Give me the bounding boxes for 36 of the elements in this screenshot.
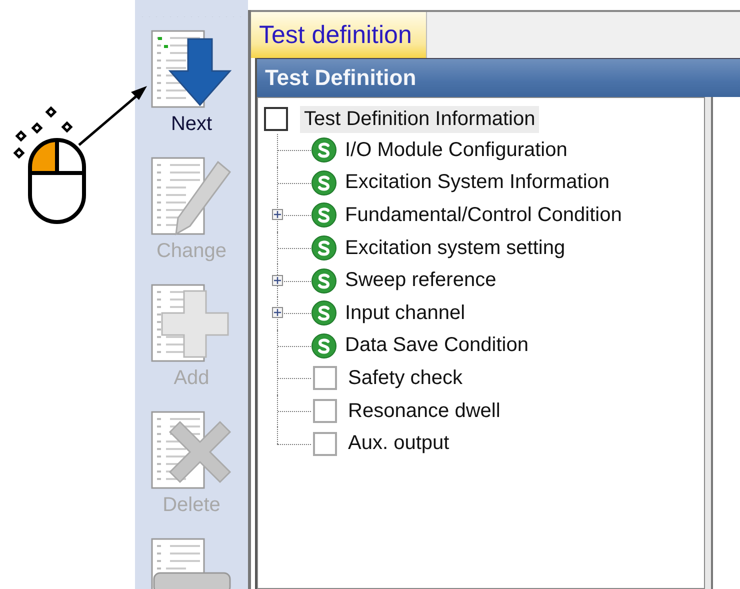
document-cross-icon [150,410,234,492]
tree-item[interactable]: Test Definition Information [300,106,540,132]
panel-header: Test Definition [257,58,740,97]
tree-item[interactable]: Data Save Condition [343,333,530,358]
status-s-icon [311,268,337,294]
tree-item[interactable]: Input channel [343,300,468,326]
tree-item[interactable]: Fundamental/Control Condition [343,202,624,228]
status-s-icon [311,300,337,326]
document-down-arrow-icon [150,29,234,111]
tree-line [277,394,311,428]
status-s-icon [311,137,337,164]
tree-item[interactable]: Aux. output [346,431,452,456]
document-off-icon [150,537,234,589]
tree-item[interactable]: I/O Module Configuration [343,138,570,163]
status-s-icon [311,170,337,196]
tab[interactable]: Test definition [251,12,427,58]
tree-item[interactable]: Excitation System Information [343,170,612,196]
tree-line [277,362,311,395]
next-button[interactable]: Next [142,29,242,150]
checkbox[interactable] [313,366,337,390]
expand-icon[interactable] [272,209,283,220]
tree-item[interactable]: Excitation system setting [343,236,568,261]
status-s-icon [311,332,337,359]
tree-item[interactable]: Sweep reference [343,268,498,294]
tree-item[interactable]: Resonance dwell [346,398,502,424]
checkbox[interactable] [313,399,337,424]
document-pencil-icon [150,156,234,238]
checkbox[interactable] [313,432,337,456]
status-s-icon [311,235,337,262]
status-s-icon [311,202,337,228]
checkbox[interactable] [264,107,288,131]
tree-item[interactable]: Safety check [346,366,465,391]
tree-line [277,134,311,167]
expand-icon[interactable] [272,307,283,318]
expand-icon[interactable] [272,274,283,286]
arrow [78,86,147,146]
